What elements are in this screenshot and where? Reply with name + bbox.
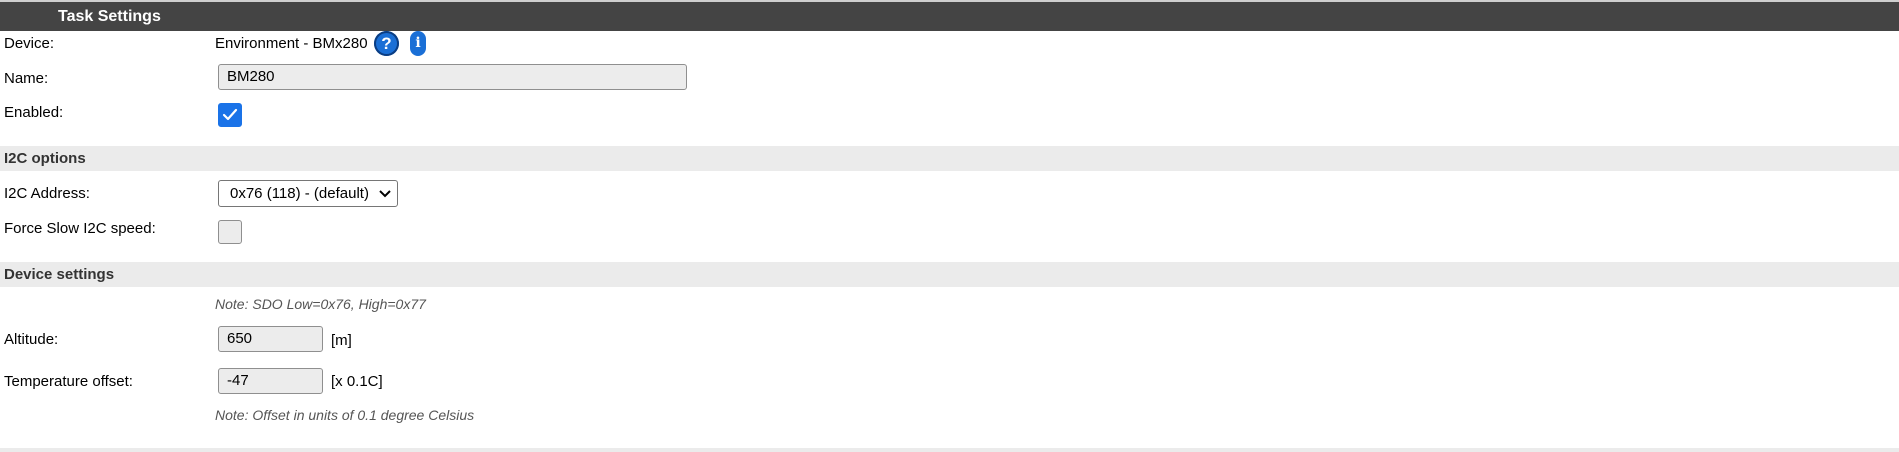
section-title: Device settings xyxy=(4,266,115,283)
checkmark-icon xyxy=(222,108,238,121)
question-circle-icon[interactable]: ? xyxy=(374,31,399,56)
device-value: Environment - BMx280 xyxy=(215,35,368,52)
section-title: I2C options xyxy=(4,150,86,167)
info-icon[interactable]: i xyxy=(410,31,426,56)
device-label: Device: xyxy=(4,35,55,52)
i2c-address-label: I2C Address: xyxy=(4,185,90,202)
sdo-note: Note: SDO Low=0x76, High=0x77 xyxy=(215,296,426,312)
altitude-label: Altitude: xyxy=(4,331,59,348)
altitude-unit: [m] xyxy=(331,332,352,349)
temp-offset-unit: [x 0.1C] xyxy=(331,373,383,390)
altitude-input[interactable]: 650 xyxy=(218,326,323,352)
section-divider xyxy=(0,448,1899,452)
header-title: Task Settings xyxy=(58,8,161,25)
chevron-down-icon xyxy=(379,190,391,198)
name-input[interactable]: BM280 xyxy=(218,64,687,90)
force-slow-label: Force Slow I2C speed: xyxy=(4,220,156,237)
i2c-options-section: I2C options xyxy=(0,146,1899,171)
device-settings-section: Device settings xyxy=(0,262,1899,287)
task-settings-header: Task Settings xyxy=(0,0,1899,31)
offset-note: Note: Offset in units of 0.1 degree Cels… xyxy=(215,407,475,423)
temp-offset-input[interactable]: -47 xyxy=(218,368,323,394)
name-label: Name: xyxy=(4,70,49,87)
i2c-address-select[interactable]: 0x76 (118) - (default) xyxy=(218,180,398,207)
i2c-address-selected: 0x76 (118) - (default) xyxy=(230,185,369,202)
enabled-label: Enabled: xyxy=(4,104,64,121)
force-slow-checkbox[interactable] xyxy=(218,220,242,244)
enabled-checkbox[interactable] xyxy=(218,103,242,127)
temp-offset-label: Temperature offset: xyxy=(4,373,133,390)
task-settings-page: Task Settings Device: Environment - BMx2… xyxy=(0,0,1899,452)
